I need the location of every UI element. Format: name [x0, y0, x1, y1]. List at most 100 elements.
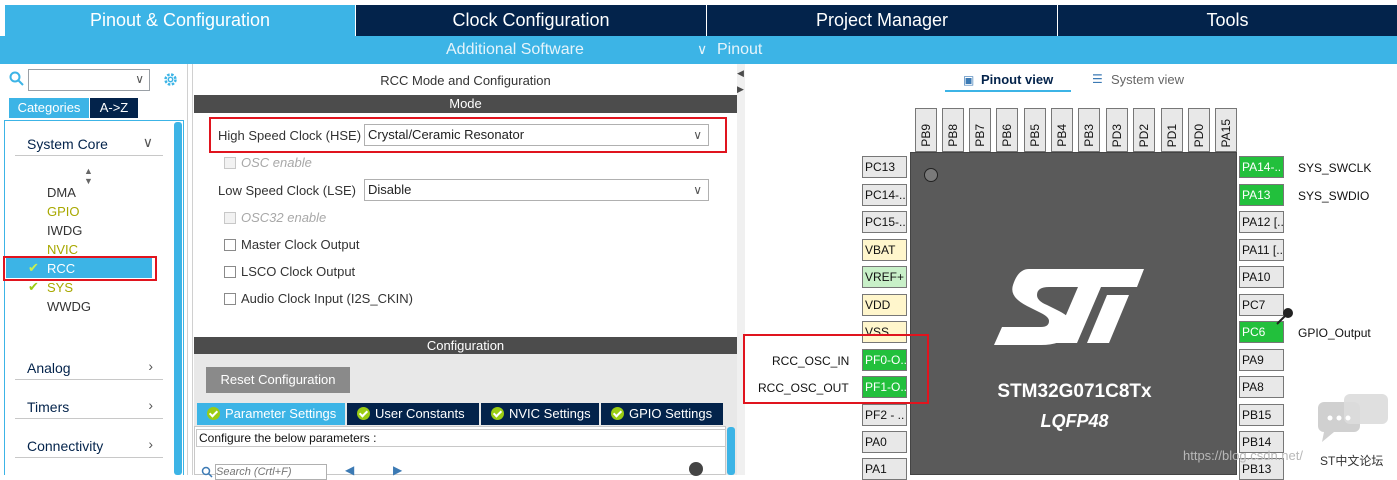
pin-pd0[interactable]: PD0	[1188, 108, 1210, 152]
pin-pb3[interactable]: PB3	[1078, 108, 1100, 152]
pin-pc13[interactable]: PC13	[862, 156, 907, 178]
tab-parameter-settings[interactable]: Parameter Settings	[197, 403, 345, 425]
search-icon	[201, 466, 213, 478]
chevron-right-icon: ›	[148, 358, 153, 374]
lse-select[interactable]: Disable ∨	[364, 179, 709, 201]
pin-pd1[interactable]: PD1	[1161, 108, 1183, 152]
list-item-dma[interactable]: DMA	[47, 185, 76, 200]
watermark-text: https://blog.csdn.net/	[1183, 448, 1303, 463]
group-label: System Core	[27, 136, 108, 152]
pin-pa15[interactable]: PA15	[1215, 108, 1237, 152]
tab-nvic-settings[interactable]: NVIC Settings	[481, 403, 599, 425]
additional-software-menu[interactable]: Additional Software	[446, 41, 584, 59]
pin-vdd[interactable]: VDD	[862, 294, 907, 316]
pin-pf2[interactable]: PF2 - ..	[862, 404, 907, 426]
info-icon[interactable]	[689, 462, 703, 476]
group-timers[interactable]: Timers ›	[15, 395, 163, 419]
group-system-core[interactable]: System Core ∨	[15, 132, 163, 156]
pin-pa8[interactable]: PA8	[1239, 376, 1284, 398]
expand-arrow-icon[interactable]: ▶	[737, 84, 744, 95]
tab-gpio-settings[interactable]: GPIO Settings	[601, 403, 723, 425]
audio-clock-checkbox[interactable]	[224, 293, 236, 305]
pin-vref[interactable]: VREF+	[862, 266, 907, 288]
pin-pa9[interactable]: PA9	[1239, 349, 1284, 371]
panel-splitter[interactable]: ◀ ▶	[737, 64, 745, 475]
category-scrollbar[interactable]	[174, 122, 182, 475]
mco-checkbox[interactable]	[224, 239, 236, 251]
tab-user-constants[interactable]: User Constants	[347, 403, 479, 425]
group-label: Connectivity	[27, 438, 104, 454]
pin-pb4[interactable]: PB4	[1051, 108, 1073, 152]
pin-label: PD1	[1165, 123, 1179, 147]
list-item-nvic[interactable]: NVIC	[47, 242, 78, 257]
tab-a-z[interactable]: A->Z	[90, 98, 138, 118]
search-icon[interactable]	[9, 71, 25, 87]
pin-pb9[interactable]: PB9	[915, 108, 937, 152]
lsco-label: LSCO Clock Output	[241, 264, 356, 279]
tab-pinout-configuration[interactable]: Pinout & Configuration	[5, 5, 355, 36]
reset-configuration-button[interactable]: Reset Configuration	[206, 367, 350, 393]
tab-pinout-view[interactable]: Pinout view	[981, 72, 1053, 87]
tab-system-view[interactable]: System view	[1111, 72, 1184, 87]
group-label: Analog	[27, 360, 71, 376]
osc32-enable-checkbox[interactable]	[224, 212, 236, 224]
pin-pb5[interactable]: PB5	[1024, 108, 1046, 152]
hse-highlight-box	[209, 117, 727, 153]
tab-clock-configuration[interactable]: Clock Configuration	[356, 5, 706, 36]
pin-pb7[interactable]: PB7	[969, 108, 991, 152]
param-scrollbar[interactable]	[727, 427, 735, 475]
tab-project-manager[interactable]: Project Manager	[707, 5, 1057, 36]
pin-pa10[interactable]: PA10	[1239, 266, 1284, 288]
lse-value: Disable	[368, 182, 412, 197]
param-search-input[interactable]	[215, 464, 327, 480]
lsco-checkbox[interactable]	[224, 266, 236, 278]
list-item-iwdg[interactable]: IWDG	[47, 223, 82, 238]
pin1-marker	[924, 168, 938, 182]
list-item-sys[interactable]: SYS	[47, 280, 73, 295]
pin-pa13[interactable]: PA13	[1239, 184, 1284, 206]
osc-enable-checkbox[interactable]	[224, 157, 236, 169]
chevron-right-icon: ›	[148, 436, 153, 452]
pin-pd2[interactable]: PD2	[1133, 108, 1155, 152]
sort-icon[interactable]: ▲ ▼	[84, 166, 93, 186]
pin-label: PB7	[973, 124, 987, 147]
pinout-menu[interactable]: Pinout	[717, 41, 762, 59]
tab-tools[interactable]: Tools	[1058, 5, 1397, 36]
list-item-wwdg[interactable]: WWDG	[47, 299, 91, 314]
chevron-down-icon: ∨	[142, 134, 153, 150]
pushpin-icon	[1276, 308, 1293, 325]
pin-pa12[interactable]: PA12 [..	[1239, 211, 1284, 233]
chevron-down-icon: ∨	[693, 183, 702, 197]
signal-gpio-output: GPIO_Output	[1298, 326, 1371, 340]
pin-pd3[interactable]: PD3	[1106, 108, 1128, 152]
gear-icon[interactable]	[162, 71, 179, 88]
chevron-down-icon: ∨	[135, 72, 144, 86]
tab-label: Parameter Settings	[225, 406, 337, 421]
pin-pb15[interactable]: PB15	[1239, 404, 1284, 426]
collapse-arrow-icon[interactable]: ◀	[737, 68, 744, 79]
pin-pc14[interactable]: PC14-..	[862, 184, 907, 206]
pin-pa0[interactable]: PA0	[862, 431, 907, 453]
osc-pins-highlight-box	[743, 334, 929, 404]
group-label: Timers	[27, 399, 70, 415]
chevron-right-icon: ›	[148, 397, 153, 413]
group-analog[interactable]: Analog ›	[15, 356, 163, 380]
list-item-gpio[interactable]: GPIO	[47, 204, 80, 219]
pin-pc15[interactable]: PC15-..	[862, 211, 907, 233]
param-hint: Configure the below parameters :	[196, 429, 726, 447]
pin-pb6[interactable]: PB6	[996, 108, 1018, 152]
tab-categories[interactable]: Categories	[9, 98, 89, 118]
check-circle-icon	[491, 407, 504, 420]
panel-title: RCC Mode and Configuration	[380, 73, 551, 88]
pin-pa11[interactable]: PA11 [..	[1239, 239, 1284, 261]
pin-pa1[interactable]: PA1	[862, 458, 907, 480]
pin-pa14[interactable]: PA14-..	[1239, 156, 1284, 178]
pin-vbat[interactable]: VBAT	[862, 239, 907, 261]
check-icon: ✔	[28, 279, 39, 294]
mcu-chip: STM32G071C8Tx LQFP48	[910, 152, 1237, 475]
group-connectivity[interactable]: Connectivity ›	[15, 434, 163, 458]
category-search-combo[interactable]: ∨	[28, 69, 150, 91]
signal-sys-swdio: SYS_SWDIO	[1298, 189, 1370, 203]
sub-navigation: Additional Software ∨ Pinout	[0, 36, 1397, 64]
pin-pb8[interactable]: PB8	[942, 108, 964, 152]
